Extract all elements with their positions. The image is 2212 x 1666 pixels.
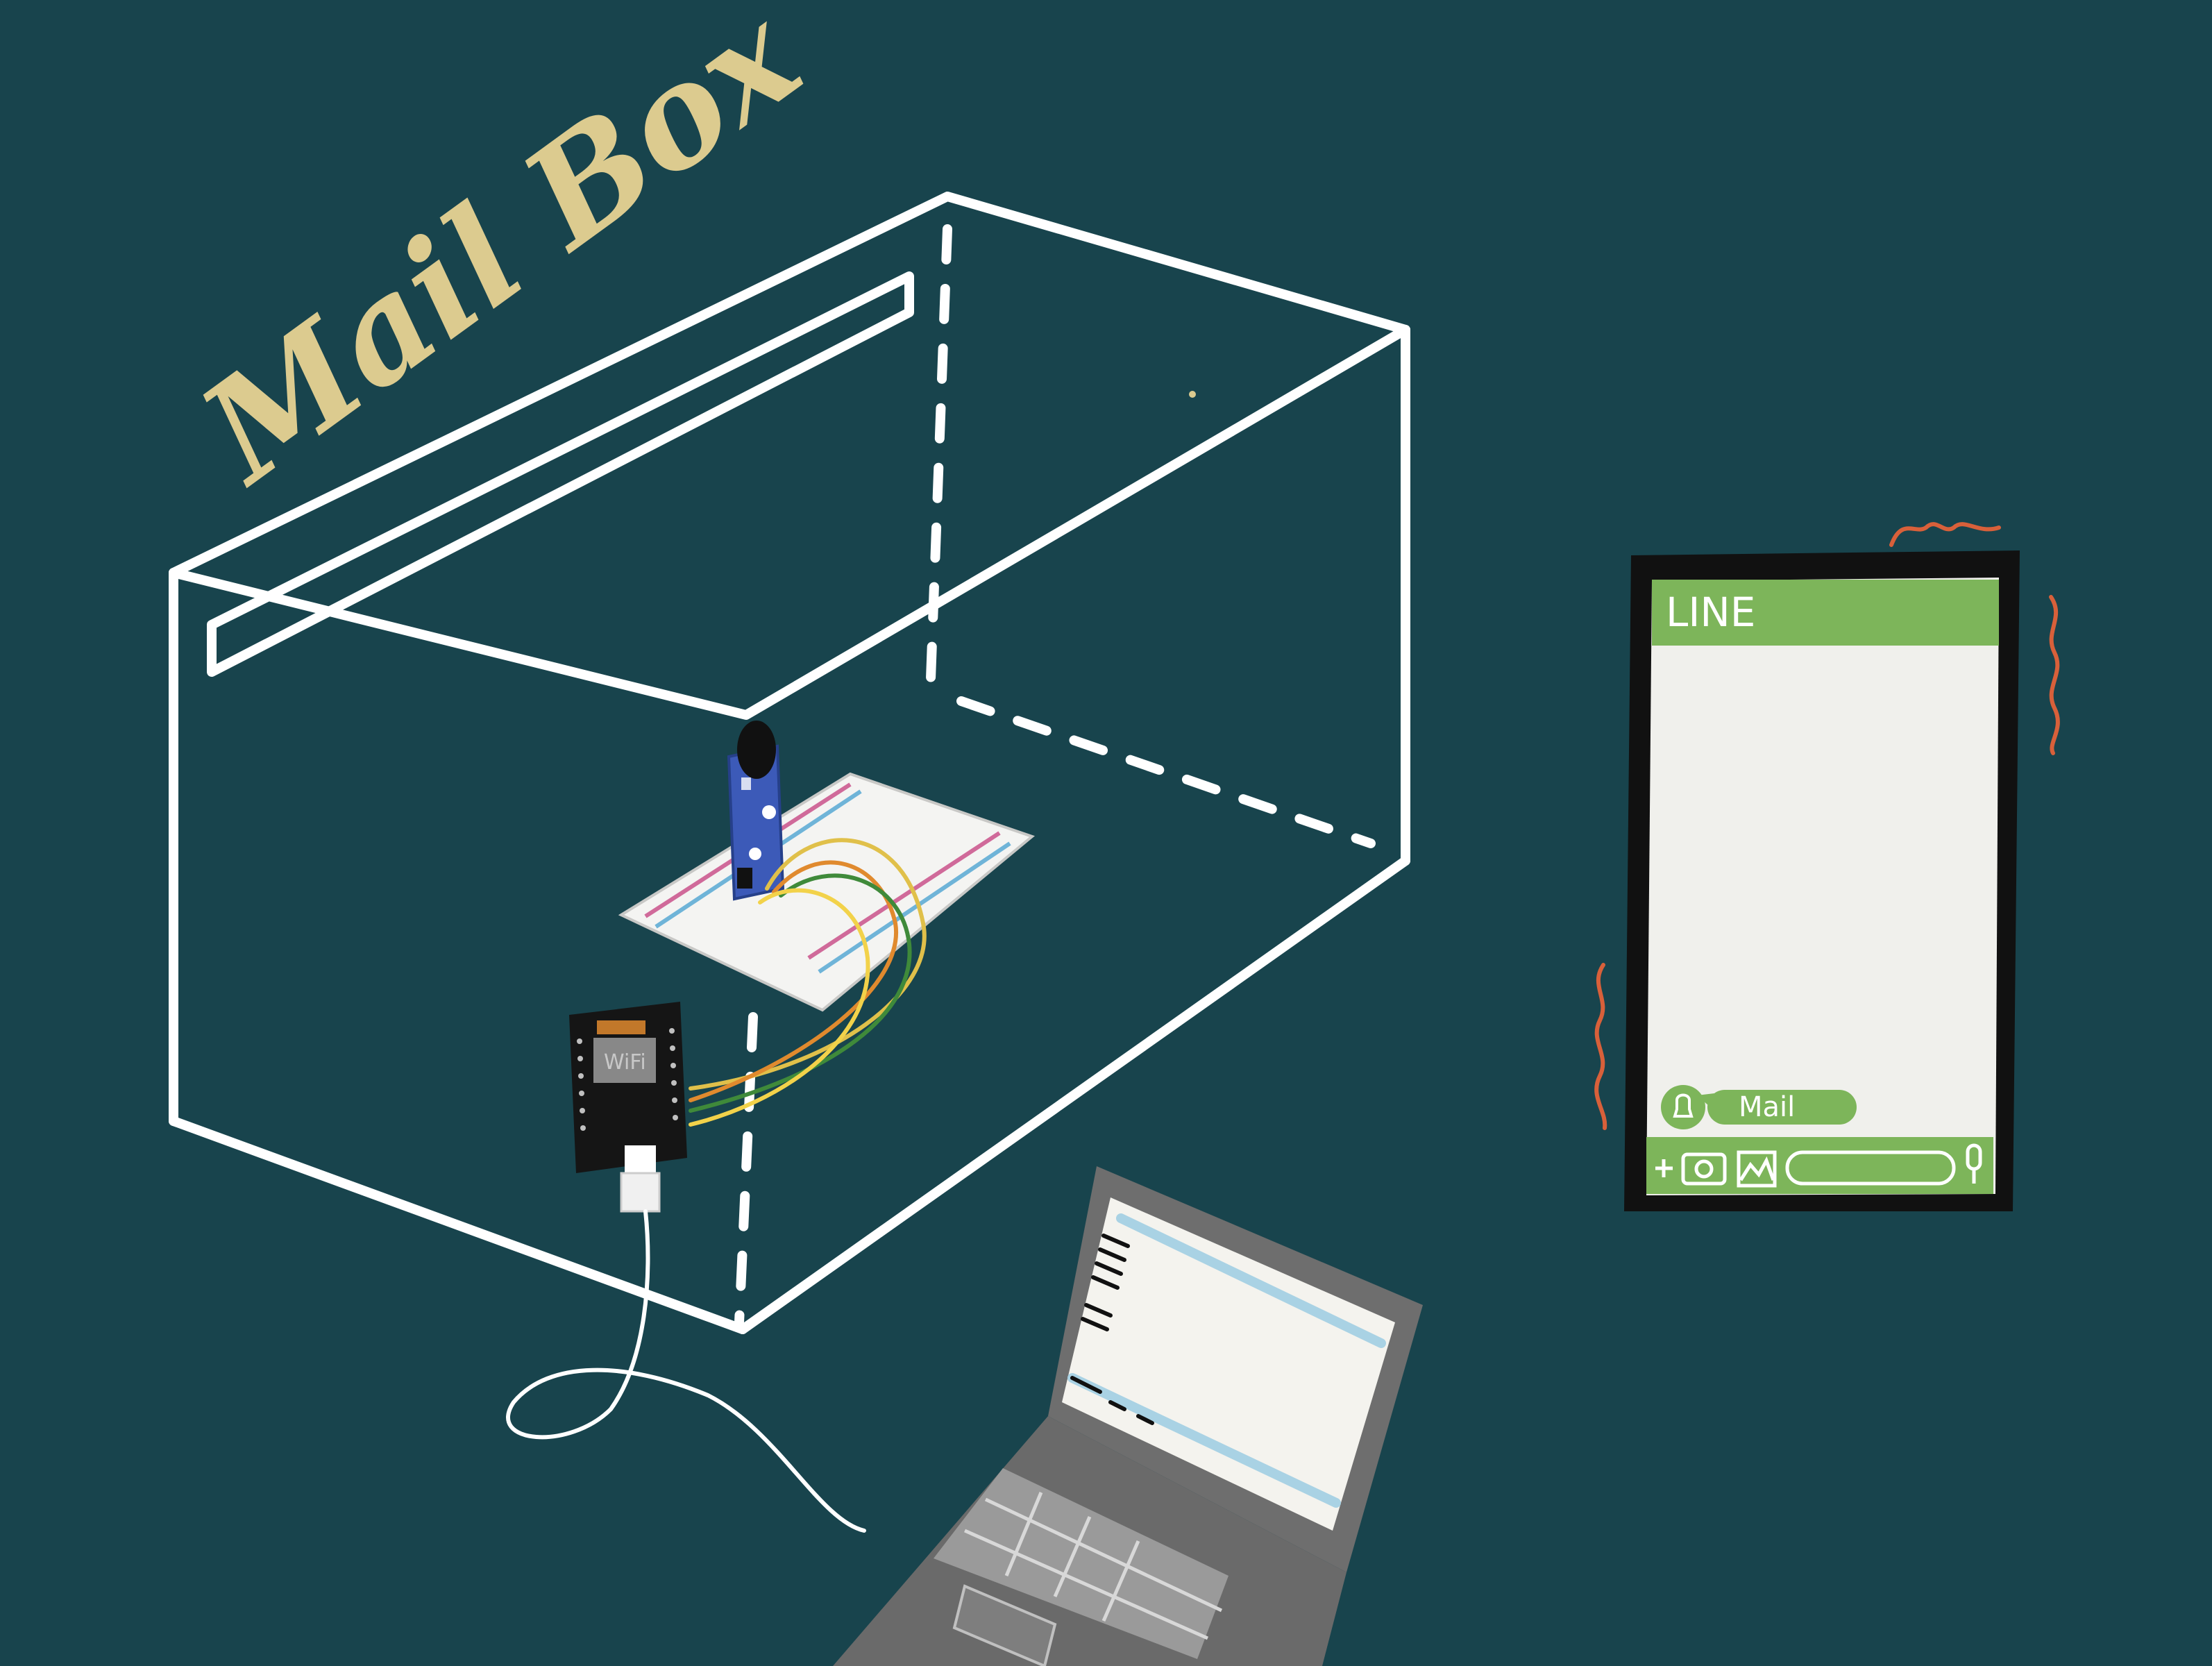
mailbox-title: Mail Box: [170, 0, 829, 515]
message-text: Mail: [1739, 1091, 1795, 1123]
ir-sensor-module: [727, 721, 785, 901]
mailbox-hidden-edges: [734, 224, 1376, 1327]
bell-avatar-icon: [1661, 1085, 1705, 1129]
wifi-dev-board: WiFi: [569, 1002, 687, 1213]
line-app-name: LINE: [1666, 589, 1755, 636]
laptop: [833, 1166, 1423, 1666]
smartphone: LINE Mail: [1624, 550, 2020, 1211]
breadboard: [618, 772, 1036, 1012]
wifi-chip-label: WiFi: [604, 1050, 646, 1075]
chat-message[interactable]: Mail: [1661, 1085, 1857, 1129]
mailbox-iot-illustration: Mail Box WiFi LINE Mail: [169, 0, 2060, 1666]
dust-dot: [1189, 391, 1196, 398]
